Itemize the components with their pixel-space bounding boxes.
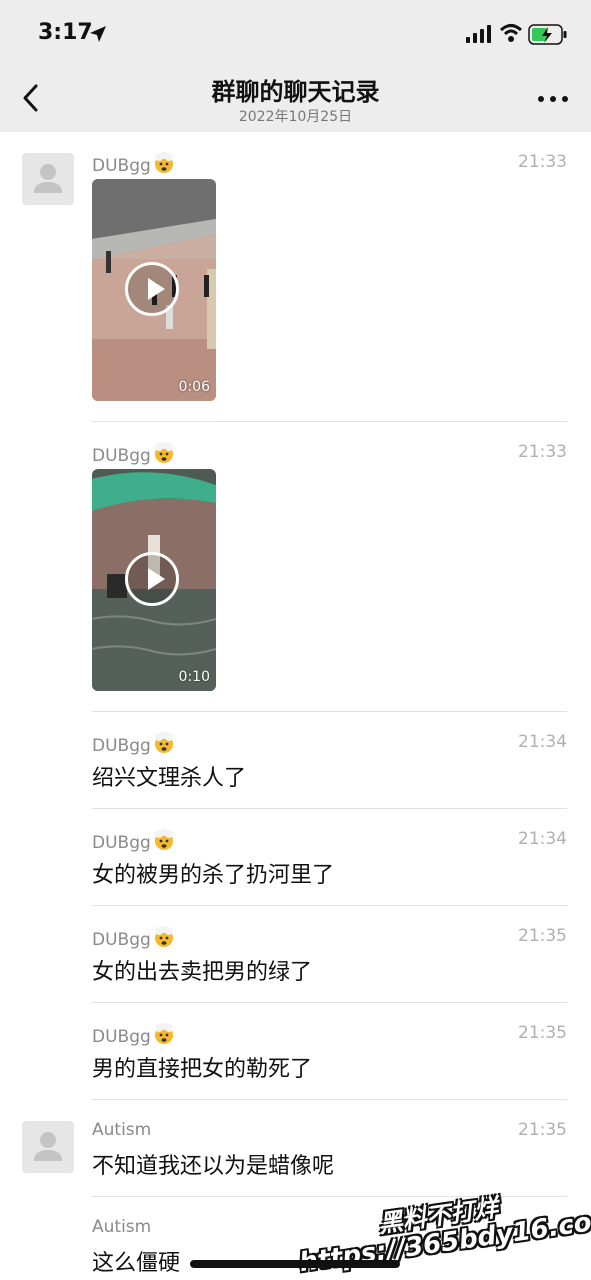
video-duration: 0:06 xyxy=(178,379,210,395)
more-options-icon[interactable] xyxy=(537,92,569,106)
message-text: 绍兴文理杀人了 xyxy=(92,766,247,791)
location-arrow-icon xyxy=(90,26,106,42)
home-indicator[interactable] xyxy=(190,1260,400,1268)
sender-name: Autism xyxy=(92,1120,152,1140)
exploding-head-emoji-icon xyxy=(153,441,175,469)
sender-name: DUBgg xyxy=(92,828,175,856)
default-avatar-icon xyxy=(34,164,62,193)
message-time: 21:34 xyxy=(518,829,567,849)
chat-history-header: 群聊的聊天记录 2022年10月25日 xyxy=(0,64,591,132)
message-time: 21:35 xyxy=(518,1120,567,1140)
message-time: 21:33 xyxy=(518,152,567,172)
exploding-head-emoji-icon xyxy=(153,925,175,953)
message-time: 21:34 xyxy=(518,732,567,752)
message-text: 男的直接把女的勒死了 xyxy=(92,1057,313,1082)
message-item: Autism 21:35 不知道我还以为是蜡像呢 xyxy=(0,1100,591,1197)
sender-name: DUBgg xyxy=(92,731,175,759)
message-time: 21:35 xyxy=(518,1023,567,1043)
sender-name: DUBgg xyxy=(92,1022,175,1050)
message-item: DUBgg 21:35 男的直接把女的勒死了 xyxy=(0,1003,591,1100)
page-title: 群聊的聊天记录 xyxy=(211,78,380,106)
message-text: 不知道我还以为是蜡像呢 xyxy=(92,1154,335,1179)
message-item: DUBgg 21:33 0:10 xyxy=(0,422,591,712)
sender-name: DUBgg xyxy=(92,441,175,469)
play-icon[interactable] xyxy=(125,262,179,316)
status-time: 3:17 xyxy=(38,20,93,45)
video-duration: 0:10 xyxy=(178,669,210,685)
sender-name: Autism xyxy=(92,1217,152,1237)
message-text: 女的出去卖把男的绿了 xyxy=(92,960,313,985)
default-avatar-icon xyxy=(34,1132,62,1161)
message-text: 这么僵硬 xyxy=(92,1251,181,1276)
video-thumbnail[interactable]: 0:06 xyxy=(92,179,216,401)
avatar[interactable] xyxy=(22,1121,74,1173)
message-text: 女的被男的杀了扔河里了 xyxy=(92,863,335,888)
message-item: DUBgg 21:34 女的被男的杀了扔河里了 xyxy=(0,809,591,906)
exploding-head-emoji-icon xyxy=(153,151,175,179)
play-icon[interactable] xyxy=(125,552,179,606)
wifi-icon xyxy=(499,24,523,42)
battery-charging-icon xyxy=(528,24,567,45)
sender-name: DUBgg xyxy=(92,151,175,179)
page-date: 2022年10月25日 xyxy=(238,109,353,125)
avatar[interactable] xyxy=(22,153,74,205)
status-bar: 3:17 xyxy=(0,0,591,64)
exploding-head-emoji-icon xyxy=(153,1022,175,1050)
exploding-head-emoji-icon xyxy=(153,828,175,856)
message-time: 21:35 xyxy=(518,926,567,946)
message-item: DUBgg 21:34 绍兴文理杀人了 xyxy=(0,712,591,809)
message-item: DUBgg 21:35 女的出去卖把男的绿了 xyxy=(0,906,591,1003)
message-item: DUBgg 21:33 0:06 xyxy=(0,132,591,422)
video-thumbnail[interactable]: 0:10 xyxy=(92,469,216,691)
cellular-signal-icon xyxy=(466,25,491,43)
exploding-head-emoji-icon xyxy=(153,731,175,759)
message-time: 21:33 xyxy=(518,442,567,462)
sender-name: DUBgg xyxy=(92,925,175,953)
